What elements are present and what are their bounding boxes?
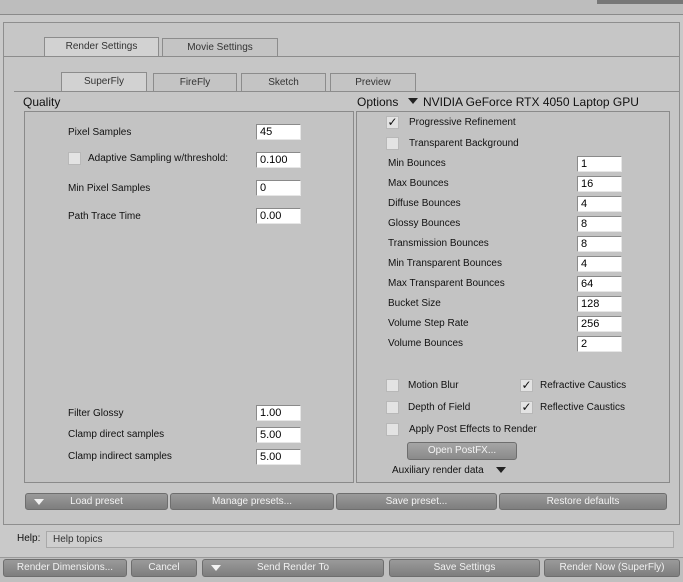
tab-preview[interactable]: Preview xyxy=(330,73,416,91)
path-trace-time-label: Path Trace Time xyxy=(68,211,141,222)
auxiliary-render-data-label[interactable]: Auxiliary render data xyxy=(392,465,484,476)
option-field-input[interactable]: 4 xyxy=(577,196,622,212)
render-dimensions-button[interactable]: Render Dimensions... xyxy=(3,559,127,577)
transparent-background-label: Transparent Background xyxy=(409,138,519,149)
apply-post-effects-label: Apply Post Effects to Render xyxy=(409,424,537,435)
option-field-label: Min Bounces xyxy=(388,158,446,169)
save-preset-button[interactable]: Save preset... xyxy=(336,493,497,510)
option-field-label: Glossy Bounces xyxy=(388,218,461,229)
tab-movie-settings[interactable]: Movie Settings xyxy=(162,38,278,56)
quality-heading: Quality xyxy=(23,95,61,109)
option-field-label: Volume Step Rate xyxy=(388,318,469,329)
reflective-caustics-checkbox[interactable]: ✓ xyxy=(520,401,533,414)
filter-glossy-label: Filter Glossy xyxy=(68,408,124,419)
reflective-caustics-label: Reflective Caustics xyxy=(540,402,626,413)
depth-of-field-label: Depth of Field xyxy=(408,402,471,413)
apply-post-effects-checkbox[interactable] xyxy=(386,423,399,436)
clamp-direct-field[interactable]: 5.00 xyxy=(256,427,301,443)
options-heading: Options xyxy=(357,95,399,109)
option-field-input[interactable]: 4 xyxy=(577,256,622,272)
engine-tab-divider xyxy=(14,91,679,92)
clamp-direct-label: Clamp direct samples xyxy=(68,429,165,440)
clamp-indirect-field[interactable]: 5.00 xyxy=(256,449,301,465)
pixel-samples-field[interactable]: 45 xyxy=(256,124,301,140)
option-field-input[interactable]: 16 xyxy=(577,176,622,192)
send-render-to-label: Send Render To xyxy=(256,562,330,573)
save-settings-button[interactable]: Save Settings xyxy=(389,559,540,577)
progressive-refinement-checkbox[interactable]: ✓ xyxy=(386,116,399,129)
adaptive-threshold-field[interactable]: 0.100 xyxy=(256,152,301,168)
filter-glossy-field[interactable]: 1.00 xyxy=(256,405,301,421)
device-dropdown-arrow-icon[interactable] xyxy=(408,98,418,104)
tab-firefly[interactable]: FireFly xyxy=(153,73,237,91)
depth-of-field-checkbox[interactable] xyxy=(386,401,399,414)
option-field-input[interactable]: 256 xyxy=(577,316,622,332)
tab-render-settings[interactable]: Render Settings xyxy=(44,37,159,57)
option-field-label: Max Transparent Bounces xyxy=(388,278,505,289)
open-postfx-button[interactable]: Open PostFX... xyxy=(407,442,517,460)
quality-panel xyxy=(24,111,354,483)
help-label: Help: xyxy=(17,533,41,544)
option-field-input[interactable]: 8 xyxy=(577,216,622,232)
option-field-input[interactable]: 128 xyxy=(577,296,622,312)
transparent-background-checkbox[interactable] xyxy=(386,137,399,150)
help-topics-field[interactable]: Help topics xyxy=(46,531,674,548)
window-top-strip xyxy=(0,0,683,15)
device-name[interactable]: NVIDIA GeForce RTX 4050 Laptop GPU xyxy=(423,95,639,109)
send-render-to-button[interactable]: Send Render To xyxy=(202,559,384,577)
path-trace-time-field[interactable]: 0.00 xyxy=(256,208,301,224)
tab-superfly[interactable]: SuperFly xyxy=(61,72,147,92)
refractive-caustics-label: Refractive Caustics xyxy=(540,380,627,391)
option-field-input[interactable]: 64 xyxy=(577,276,622,292)
load-preset-button[interactable]: Load preset xyxy=(25,493,168,510)
title-bar-fragment xyxy=(597,0,683,4)
load-preset-arrow-icon xyxy=(34,499,44,505)
progressive-refinement-label: Progressive Refinement xyxy=(409,117,516,128)
option-field-label: Volume Bounces xyxy=(388,338,464,349)
option-field-input[interactable]: 1 xyxy=(577,156,622,172)
refractive-caustics-checkbox[interactable]: ✓ xyxy=(520,379,533,392)
restore-defaults-button[interactable]: Restore defaults xyxy=(499,493,667,510)
pixel-samples-label: Pixel Samples xyxy=(68,127,132,138)
adaptive-sampling-checkbox[interactable] xyxy=(68,152,81,165)
option-field-label: Diffuse Bounces xyxy=(388,198,461,209)
manage-presets-button[interactable]: Manage presets... xyxy=(170,493,334,510)
option-field-label: Max Bounces xyxy=(388,178,449,189)
option-field-input[interactable]: 8 xyxy=(577,236,622,252)
option-field-input[interactable]: 2 xyxy=(577,336,622,352)
auxiliary-dropdown-arrow-icon[interactable] xyxy=(496,467,506,473)
tab-sketch[interactable]: Sketch xyxy=(241,73,326,91)
option-field-label: Transmission Bounces xyxy=(388,238,489,249)
motion-blur-label: Motion Blur xyxy=(408,380,459,391)
option-field-label: Min Transparent Bounces xyxy=(388,258,502,269)
min-pixel-samples-label: Min Pixel Samples xyxy=(68,183,151,194)
render-now-button[interactable]: Render Now (SuperFly) xyxy=(544,559,680,577)
option-field-label: Bucket Size xyxy=(388,298,441,309)
min-pixel-samples-field[interactable]: 0 xyxy=(256,180,301,196)
clamp-indirect-label: Clamp indirect samples xyxy=(68,451,172,462)
tab-divider xyxy=(4,56,679,57)
send-render-to-arrow-icon xyxy=(211,565,221,571)
adaptive-sampling-label: Adaptive Sampling w/threshold: xyxy=(88,153,229,164)
cancel-button[interactable]: Cancel xyxy=(131,559,197,577)
motion-blur-checkbox[interactable] xyxy=(386,379,399,392)
load-preset-label: Load preset xyxy=(70,496,123,507)
